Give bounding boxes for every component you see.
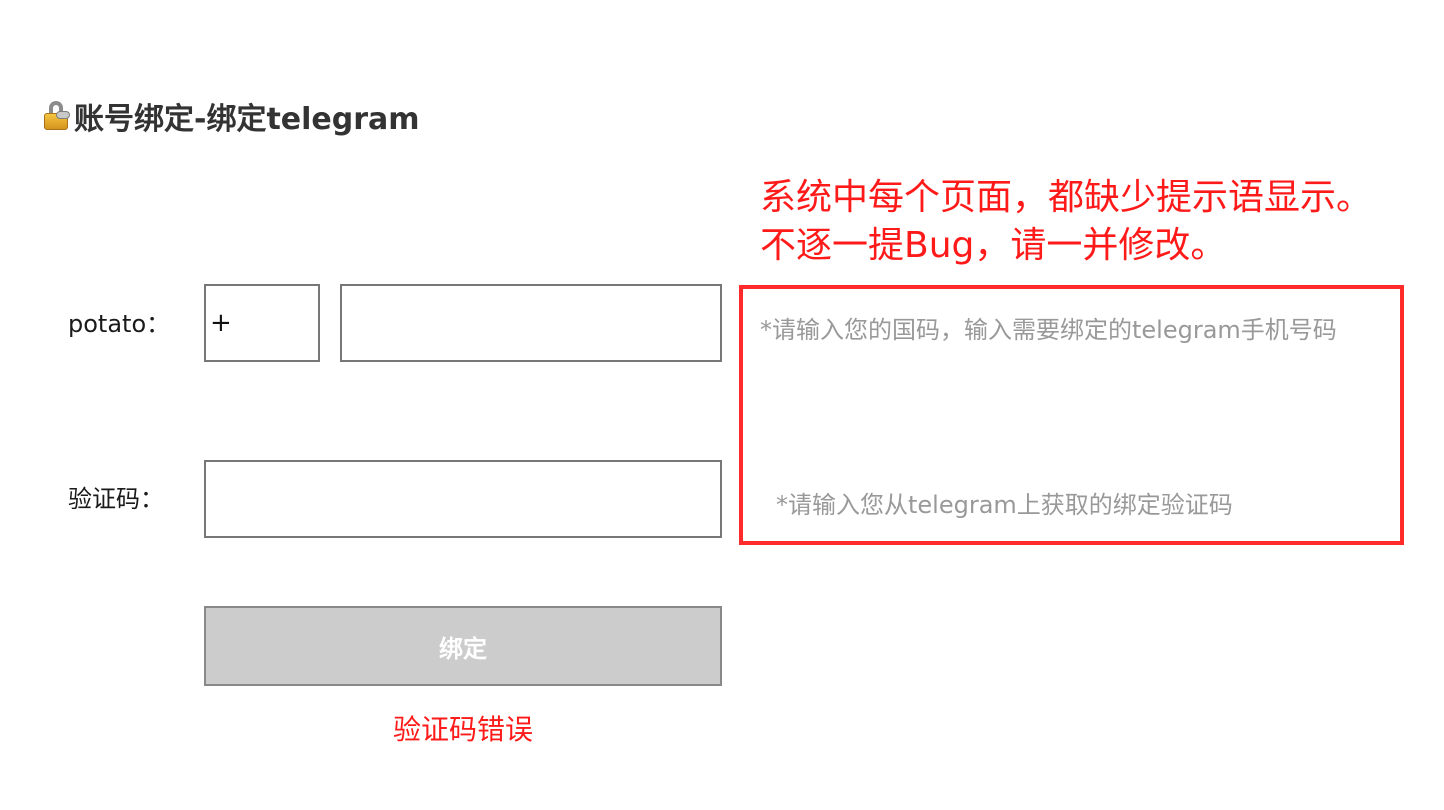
bug-annotation: 系统中每个页面，都缺少提示语显示。不逐一提Bug，请一并修改。 (760, 177, 1373, 266)
phone-label: potato： (68, 310, 171, 338)
country-code-value: + (210, 308, 232, 338)
bind-button[interactable]: 绑定 (204, 606, 722, 686)
page-title-text: 账号绑定-绑定telegram (74, 102, 420, 137)
phone-hint: *请输入您的国码，输入需要绑定的telegram手机号码 (760, 316, 1337, 344)
bind-telegram-page: 账号绑定-绑定telegram 系统中每个页面，都缺少提示语显示。不逐一提Bug… (0, 0, 1444, 810)
page-title: 账号绑定-绑定telegram (42, 96, 420, 137)
verification-code-input[interactable] (204, 460, 722, 538)
error-message: 验证码错误 (392, 713, 533, 746)
bind-button-label: 绑定 (439, 634, 487, 663)
lock-with-key-icon (42, 101, 72, 131)
code-hint: *请输入您从telegram上获取的绑定验证码 (776, 491, 1233, 519)
verification-code-label: 验证码： (68, 485, 164, 513)
phone-number-input[interactable] (340, 284, 722, 362)
country-code-input[interactable]: + (204, 284, 320, 362)
